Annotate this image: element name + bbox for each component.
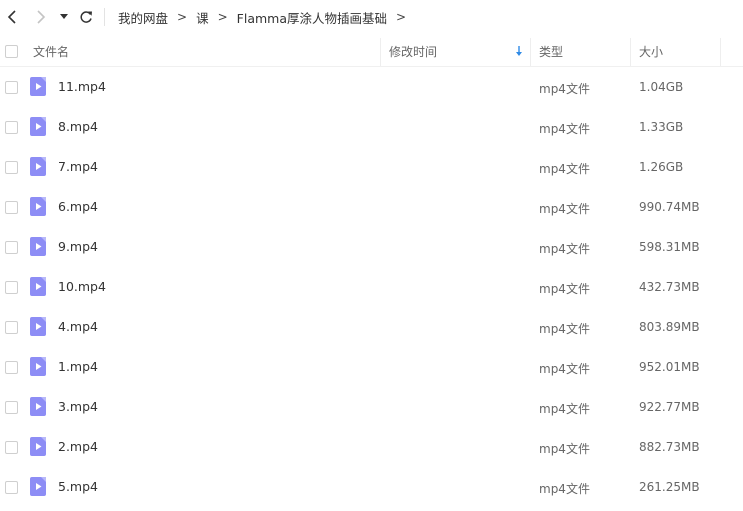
video-file-icon (30, 237, 46, 256)
file-row[interactable]: 4.mp4 mp4文件 803.89MB (0, 307, 743, 347)
file-name[interactable]: 1.mp4 (58, 359, 98, 374)
row-checkbox[interactable] (5, 81, 18, 94)
file-manager-window: 我的网盘 > 课 > Flamma厚涂人物插画基础 > 文件名 修改时间 类型 … (0, 0, 743, 511)
row-checkbox[interactable] (5, 161, 18, 174)
file-size: 803.89MB (639, 320, 700, 334)
file-list: 11.mp4 mp4文件 1.04GB 8.mp4 mp4文件 1.33GB 7… (0, 67, 743, 507)
breadcrumb-item-folder[interactable]: 课 (196, 8, 209, 27)
column-header-modified[interactable]: 修改时间 (389, 36, 437, 66)
file-row[interactable]: 8.mp4 mp4文件 1.33GB (0, 107, 743, 147)
file-size: 922.77MB (639, 400, 700, 414)
column-divider[interactable] (630, 38, 631, 66)
row-checkbox[interactable] (5, 281, 18, 294)
file-type: mp4文件 (539, 162, 590, 176)
column-header-size[interactable]: 大小 (639, 36, 663, 66)
file-row[interactable]: 10.mp4 mp4文件 432.73MB (0, 267, 743, 307)
file-row[interactable]: 5.mp4 mp4文件 261.25MB (0, 467, 743, 507)
file-name[interactable]: 3.mp4 (58, 399, 98, 414)
breadcrumb-separator: > (177, 10, 188, 24)
file-type: mp4文件 (539, 82, 590, 96)
select-all-cell (5, 36, 18, 66)
file-size: 1.26GB (639, 160, 684, 174)
back-button[interactable] (2, 6, 22, 28)
row-checkbox[interactable] (5, 441, 18, 454)
toolbar-divider (104, 8, 105, 26)
file-name[interactable]: 6.mp4 (58, 199, 98, 214)
video-file-icon (30, 277, 46, 296)
file-name[interactable]: 7.mp4 (58, 159, 98, 174)
file-size: 952.01MB (639, 360, 700, 374)
breadcrumb-separator[interactable]: > (396, 10, 406, 24)
refresh-button[interactable] (76, 6, 96, 28)
file-type: mp4文件 (539, 202, 590, 216)
file-type: mp4文件 (539, 442, 590, 456)
history-dropdown-button[interactable] (57, 6, 71, 28)
file-type: mp4文件 (539, 242, 590, 256)
file-size: 1.33GB (639, 120, 684, 134)
row-checkbox[interactable] (5, 121, 18, 134)
file-row[interactable]: 6.mp4 mp4文件 990.74MB (0, 187, 743, 227)
file-row[interactable]: 3.mp4 mp4文件 922.77MB (0, 387, 743, 427)
file-name[interactable]: 10.mp4 (58, 279, 106, 294)
file-name[interactable]: 5.mp4 (58, 479, 98, 494)
forward-button[interactable] (31, 6, 51, 28)
file-size: 598.31MB (639, 240, 700, 254)
file-type: mp4文件 (539, 362, 590, 376)
column-header-row: 文件名 修改时间 类型 大小 (0, 36, 743, 67)
breadcrumb-item-root[interactable]: 我的网盘 (118, 8, 168, 27)
toolbar: 我的网盘 > 课 > Flamma厚涂人物插画基础 > (0, 0, 743, 34)
file-size: 882.73MB (639, 440, 700, 454)
breadcrumb-item-current[interactable]: Flamma厚涂人物插画基础 (237, 8, 387, 27)
video-file-icon (30, 117, 46, 136)
video-file-icon (30, 157, 46, 176)
row-checkbox[interactable] (5, 481, 18, 494)
row-checkbox[interactable] (5, 241, 18, 254)
file-row[interactable]: 2.mp4 mp4文件 882.73MB (0, 427, 743, 467)
file-type: mp4文件 (539, 322, 590, 336)
file-name[interactable]: 8.mp4 (58, 119, 98, 134)
video-file-icon (30, 477, 46, 496)
caret-down-icon (60, 14, 68, 19)
video-file-icon (30, 397, 46, 416)
file-name[interactable]: 2.mp4 (58, 439, 98, 454)
file-size: 1.04GB (639, 80, 684, 94)
file-row[interactable]: 11.mp4 mp4文件 1.04GB (0, 67, 743, 107)
select-all-checkbox[interactable] (5, 44, 18, 58)
file-type: mp4文件 (539, 122, 590, 136)
chevron-right-icon (37, 10, 46, 24)
file-row[interactable]: 1.mp4 mp4文件 952.01MB (0, 347, 743, 387)
sort-descending-icon[interactable] (514, 45, 524, 57)
video-file-icon (30, 197, 46, 216)
column-header-type[interactable]: 类型 (539, 36, 563, 66)
row-checkbox[interactable] (5, 401, 18, 414)
file-row[interactable]: 9.mp4 mp4文件 598.31MB (0, 227, 743, 267)
column-divider[interactable] (380, 38, 381, 66)
file-size: 432.73MB (639, 280, 700, 294)
row-checkbox[interactable] (5, 201, 18, 214)
column-header-name[interactable]: 文件名 (33, 36, 69, 66)
file-name[interactable]: 9.mp4 (58, 239, 98, 254)
row-checkbox[interactable] (5, 321, 18, 334)
video-file-icon (30, 77, 46, 96)
column-divider[interactable] (530, 38, 531, 66)
column-divider[interactable] (720, 38, 721, 66)
file-size: 990.74MB (639, 200, 700, 214)
video-file-icon (30, 317, 46, 336)
file-type: mp4文件 (539, 282, 590, 296)
breadcrumb-separator: > (217, 10, 228, 24)
file-size: 261.25MB (639, 480, 700, 494)
row-checkbox[interactable] (5, 361, 18, 374)
chevron-left-icon (7, 10, 16, 24)
file-row[interactable]: 7.mp4 mp4文件 1.26GB (0, 147, 743, 187)
refresh-icon (80, 11, 92, 23)
file-type: mp4文件 (539, 402, 590, 416)
file-name[interactable]: 4.mp4 (58, 319, 98, 334)
file-name[interactable]: 11.mp4 (58, 79, 106, 94)
file-type: mp4文件 (539, 482, 590, 496)
video-file-icon (30, 437, 46, 456)
video-file-icon (30, 357, 46, 376)
breadcrumb: 我的网盘 > 课 > Flamma厚涂人物插画基础 > (118, 0, 415, 34)
